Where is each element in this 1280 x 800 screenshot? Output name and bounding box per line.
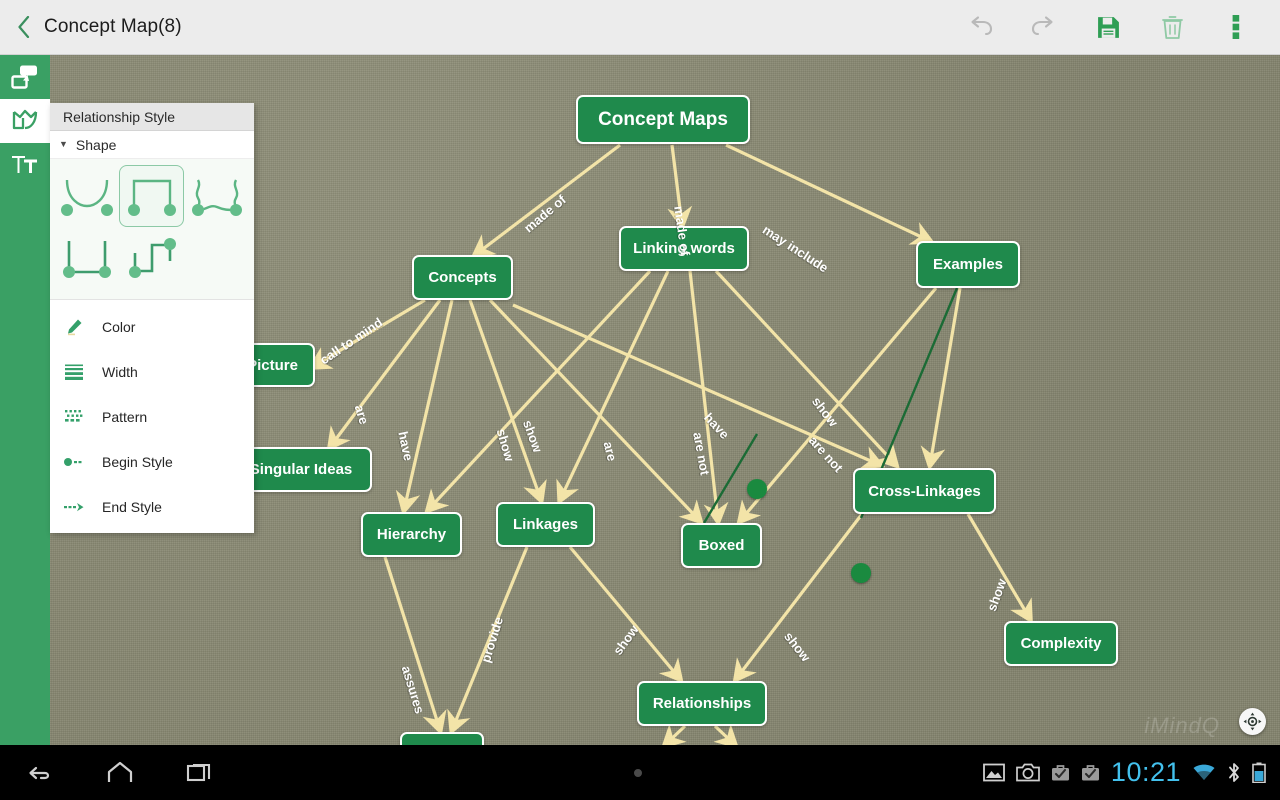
topic-style-icon [11, 65, 37, 89]
pen-icon [64, 318, 84, 336]
node-label: Linking words [633, 240, 735, 257]
page-title: Concept Map(8) [44, 16, 182, 37]
save-floppy-icon [1097, 16, 1119, 38]
shape-stepped[interactable] [119, 227, 184, 289]
menu-item-label: Color [102, 318, 136, 335]
toolbar-actions [948, 0, 1280, 55]
begin-style-icon [64, 457, 84, 467]
relationship-handle-end[interactable] [851, 563, 871, 583]
shape-straight[interactable] [54, 227, 119, 289]
node-label: Singular Ideas [249, 461, 353, 478]
tab-topic-style[interactable] [0, 55, 50, 99]
redo-button[interactable] [1012, 0, 1076, 55]
pan-move-icon [1243, 712, 1262, 731]
menu-item-width[interactable]: Width [50, 349, 254, 394]
node-cross-linkages[interactable]: Cross-Linkages [853, 468, 996, 514]
menu-item-begin-style[interactable]: Begin Style [50, 439, 254, 484]
more-vertical-icon [1232, 15, 1240, 39]
trash-icon [1161, 15, 1183, 39]
node-boxed[interactable]: Boxed [681, 523, 762, 568]
node-hierarchy[interactable]: Hierarchy [361, 512, 462, 557]
battery-icon [1252, 762, 1266, 783]
status-clock: 10:21 [1110, 757, 1181, 787]
lines-width-icon [64, 364, 84, 380]
tool-rail [0, 55, 50, 745]
node-linkages[interactable]: Linkages [496, 502, 595, 547]
end-style-icon [64, 502, 84, 512]
menu-item-label: Begin Style [102, 453, 173, 470]
briefcase-check-icon-2 [1081, 763, 1100, 782]
relationship-handle-start[interactable] [747, 479, 767, 499]
shape-wavy-icon [191, 179, 242, 216]
nav-home-button[interactable] [80, 745, 160, 800]
node-label: Examples [932, 256, 1004, 273]
navbar-indicator-dot [634, 769, 642, 777]
node-label: Picture [247, 356, 298, 374]
undo-icon [971, 16, 993, 36]
shape-curve-icon [60, 179, 113, 216]
node-label: Cross-Linkages [868, 482, 981, 500]
relationship-style-icon [12, 109, 38, 130]
tab-text-style[interactable] [0, 143, 50, 187]
text-style-icon [12, 156, 37, 173]
node-concept-maps[interactable]: Concept Maps [576, 95, 750, 144]
node-clipped-bottom[interactable] [400, 732, 484, 745]
watermark: iMindQ [1144, 713, 1220, 738]
shape-wavy[interactable] [184, 165, 249, 227]
nav-back-button[interactable] [0, 745, 80, 800]
top-app-bar: Concept Map(8) [0, 0, 1280, 55]
node-examples[interactable]: Examples [916, 241, 1020, 288]
briefcase-check-icon-1 [1051, 763, 1070, 782]
menu-item-pattern[interactable]: Pattern [50, 394, 254, 439]
bluetooth-icon [1227, 762, 1241, 783]
shape-options [50, 159, 254, 300]
node-label: Boxed [698, 537, 745, 554]
camera-icon [1016, 763, 1040, 782]
tab-relationship-style[interactable] [0, 99, 50, 143]
shape-squared-icon [127, 179, 176, 216]
system-status-bar: 10:21 [983, 745, 1280, 800]
wifi-icon [1192, 763, 1216, 782]
node-linking-words[interactable]: Linking words [619, 226, 749, 271]
chevron-down-icon: ▼ [59, 139, 68, 150]
shape-squared[interactable] [119, 165, 184, 227]
menu-item-label: End Style [102, 498, 162, 515]
node-relationships[interactable]: Relationships [637, 681, 767, 726]
node-concepts[interactable]: Concepts [412, 255, 513, 300]
recents-icon [186, 763, 211, 781]
node-label: Hierarchy [376, 526, 447, 543]
panel-title: Relationship Style [50, 103, 254, 132]
node-complexity[interactable]: Complexity [1004, 621, 1118, 666]
node-label: Complexity [1020, 635, 1102, 652]
app-root: Concept Map(8) Concept Maps Linking word… [0, 0, 1280, 800]
shape-straight-icon [62, 241, 111, 278]
nav-recents-button[interactable] [160, 745, 240, 800]
home-icon [107, 761, 133, 782]
overflow-menu-button[interactable] [1204, 0, 1268, 55]
node-label: Linkages [512, 516, 579, 533]
pan-control-button[interactable] [1239, 708, 1266, 735]
shape-section-label: Shape [75, 136, 117, 153]
relationship-style-panel: Relationship Style ▼ Shape Color Width P… [50, 103, 254, 533]
style-menu: Color Width Pattern Begin Style End Styl… [50, 300, 254, 533]
redo-icon [1031, 16, 1053, 36]
node-label: Concepts [428, 269, 497, 286]
shape-curve[interactable] [54, 165, 119, 227]
node-label: Concept Maps [598, 108, 728, 130]
back-button[interactable] [0, 0, 40, 55]
menu-item-label: Pattern [102, 408, 148, 425]
dotted-pattern-icon [64, 409, 84, 424]
screenshot-icon [983, 763, 1005, 782]
node-label: Relationships [652, 695, 752, 712]
shape-stepped-icon [128, 238, 176, 278]
menu-item-end-style[interactable]: End Style [50, 484, 254, 529]
back-arrow-icon [29, 766, 50, 779]
save-button[interactable] [1076, 0, 1140, 55]
menu-item-color[interactable]: Color [50, 304, 254, 349]
undo-button[interactable] [948, 0, 1012, 55]
menu-item-label: Width [102, 363, 138, 380]
chevron-left-icon [17, 16, 29, 38]
shape-section-header[interactable]: ▼ Shape [50, 131, 254, 159]
delete-button[interactable] [1140, 0, 1204, 55]
